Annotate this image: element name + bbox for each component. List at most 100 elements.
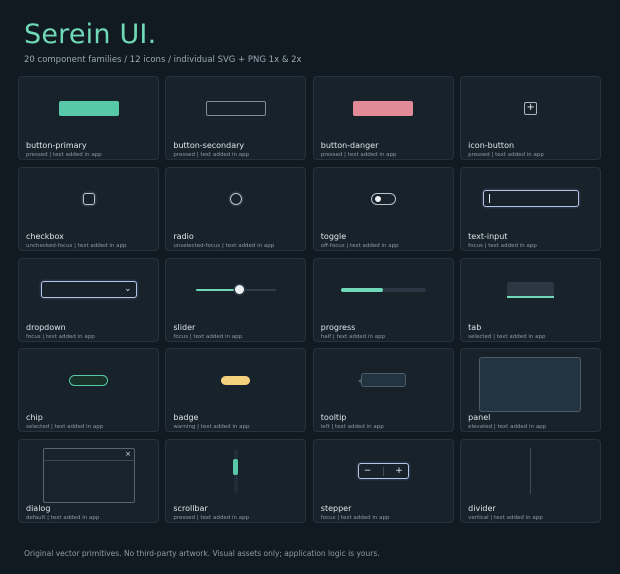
card-meta: warning | text added in app bbox=[173, 424, 250, 431]
preview-area bbox=[166, 440, 305, 502]
card-toggle[interactable]: toggle off-focus | text added in app bbox=[312, 166, 454, 251]
card-checkbox[interactable]: checkbox unchecked-focus | text added in… bbox=[18, 166, 159, 251]
card-meta: pressed | text added in app bbox=[173, 515, 250, 522]
card-meta: pressed | text added in app bbox=[173, 152, 250, 158]
badge-preview bbox=[221, 375, 251, 385]
card-name: badge bbox=[173, 413, 199, 423]
slider-preview bbox=[195, 284, 276, 296]
card-button-secondary[interactable]: button-secondary pressed | text added in… bbox=[165, 76, 307, 160]
progress-preview bbox=[340, 287, 426, 292]
preview-area bbox=[166, 349, 305, 411]
card-meta: left | text added in app bbox=[320, 424, 384, 431]
tab-preview bbox=[507, 281, 555, 298]
card-progress[interactable]: progress half | text added in app bbox=[312, 257, 454, 342]
preview-area bbox=[166, 259, 305, 321]
card-divider[interactable]: divider vertical | text added in app bbox=[460, 439, 602, 524]
card-dropdown[interactable]: ⌄ dropdown focus | text added in app bbox=[18, 257, 159, 342]
card-name: tab bbox=[468, 322, 482, 332]
card-chip[interactable]: chip selected | text added in app bbox=[18, 348, 159, 433]
card-meta: selected | text added in app bbox=[468, 333, 546, 340]
card-meta: pressed | text added in app bbox=[26, 152, 102, 158]
preview-area bbox=[314, 168, 453, 230]
card-meta: half | text added in app bbox=[320, 333, 386, 340]
tooltip-tail bbox=[357, 378, 362, 385]
card-scrollbar[interactable]: scrollbar pressed | text added in app bbox=[165, 439, 307, 524]
page-title: Serein UI. bbox=[24, 19, 157, 50]
card-name: tooltip bbox=[320, 413, 347, 423]
text-caret bbox=[488, 194, 490, 204]
card-name: button-secondary bbox=[173, 141, 245, 150]
card-text-input[interactable]: text-input focus | text added in app bbox=[460, 166, 602, 251]
card-button-primary[interactable]: button-primary pressed | text added in a… bbox=[18, 76, 159, 160]
dropdown-preview: ⌄ bbox=[40, 281, 137, 299]
card-name: slider bbox=[173, 322, 196, 332]
card-meta: vertical | text added in app bbox=[468, 515, 543, 522]
card-name: stepper bbox=[320, 504, 352, 514]
card-name: progress bbox=[320, 322, 356, 332]
preview-area bbox=[166, 77, 305, 139]
card-name: checkbox bbox=[26, 231, 64, 241]
checkbox-preview bbox=[82, 192, 95, 205]
preview-area bbox=[19, 77, 158, 139]
card-meta: off-focus | text added in app bbox=[320, 242, 399, 249]
card-radio[interactable]: radio unselected-focus | text added in a… bbox=[165, 166, 307, 251]
card-panel[interactable]: panel elevated | text added in app bbox=[460, 348, 602, 433]
card-name: scrollbar bbox=[173, 504, 208, 514]
tooltip-preview bbox=[357, 373, 406, 388]
card-name: button-danger bbox=[320, 141, 379, 150]
card-name: dialog bbox=[26, 504, 51, 514]
card-meta: focus | text added in app bbox=[26, 333, 95, 340]
card-meta: focus | text added in app bbox=[468, 242, 537, 249]
toggle-preview bbox=[370, 192, 396, 205]
chevron-down-icon: ⌄ bbox=[123, 284, 132, 295]
header: Serein UI. 20 component families / 12 ic… bbox=[24, 20, 302, 66]
divider-preview bbox=[530, 448, 532, 495]
card-meta: focus | text added in app bbox=[173, 333, 243, 340]
card-tooltip[interactable]: tooltip left | text added in app bbox=[312, 348, 454, 433]
preview-area bbox=[461, 259, 600, 321]
chip-preview bbox=[69, 374, 108, 386]
card-name: button-primary bbox=[26, 141, 87, 150]
tab-underline bbox=[507, 295, 555, 298]
close-icon: × bbox=[125, 450, 131, 459]
preview-area bbox=[19, 349, 158, 411]
text-input-preview bbox=[482, 190, 579, 208]
preview-area bbox=[314, 349, 453, 411]
plus-icon: + bbox=[524, 101, 538, 115]
progress-fill bbox=[340, 287, 384, 292]
card-badge[interactable]: badge warning | text added in app bbox=[165, 348, 307, 433]
button-primary-preview bbox=[58, 100, 119, 116]
dialog-preview: × bbox=[43, 448, 135, 504]
panel-preview bbox=[479, 357, 582, 413]
preview-area bbox=[314, 77, 453, 139]
card-dialog[interactable]: × dialog default | text added in app bbox=[18, 439, 159, 524]
preview-area bbox=[19, 168, 158, 230]
card-slider[interactable]: slider focus | text added in app bbox=[165, 257, 307, 342]
preview-area: + bbox=[461, 77, 600, 139]
minus-icon: − bbox=[363, 465, 372, 476]
card-meta: pressed | text added in app bbox=[320, 152, 397, 158]
preview-area bbox=[461, 440, 600, 502]
card-meta: unchecked-focus | text added in app bbox=[26, 242, 127, 249]
card-meta: pressed | text added in app bbox=[468, 152, 544, 158]
card-icon-button[interactable]: + icon-button pressed | text added in ap… bbox=[460, 76, 602, 160]
card-name: dropdown bbox=[26, 322, 66, 332]
button-secondary-preview bbox=[205, 100, 266, 116]
scrollbar-preview bbox=[233, 449, 239, 494]
preview-area bbox=[166, 168, 305, 230]
stepper-divider bbox=[382, 466, 384, 476]
card-meta: focus | text added in app bbox=[320, 515, 390, 522]
slider-fill bbox=[195, 288, 240, 291]
page-subtitle: 20 component families / 12 icons / indiv… bbox=[24, 55, 302, 65]
card-meta: unselected-focus | text added in app bbox=[173, 242, 275, 249]
button-danger-preview bbox=[353, 100, 414, 116]
card-tab[interactable]: tab selected | text added in app bbox=[460, 257, 602, 342]
card-stepper[interactable]: − + stepper focus | text added in app bbox=[312, 439, 454, 524]
card-name: text-input bbox=[468, 231, 508, 241]
card-meta: elevated | text added in app bbox=[468, 424, 547, 431]
card-button-danger[interactable]: button-danger pressed | text added in ap… bbox=[312, 76, 454, 160]
card-name: chip bbox=[26, 413, 43, 423]
preview-area bbox=[461, 168, 600, 230]
card-name: divider bbox=[468, 504, 496, 514]
card-name: radio bbox=[173, 231, 194, 241]
